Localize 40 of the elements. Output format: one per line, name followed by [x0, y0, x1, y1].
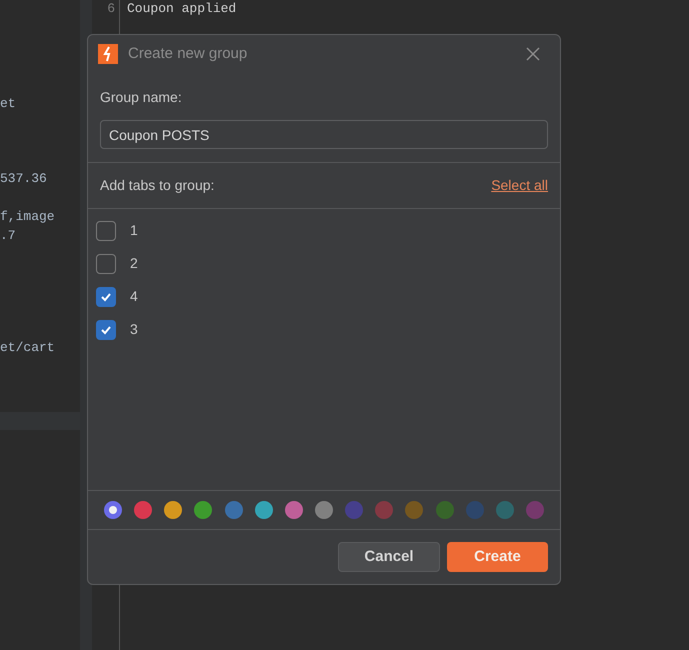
color-swatch[interactable] — [526, 501, 544, 519]
checkbox[interactable] — [96, 320, 116, 340]
code-line: Coupon applied — [126, 0, 236, 17]
checkmark-icon — [100, 324, 112, 336]
code-line: .7 — [0, 227, 16, 245]
color-swatch[interactable] — [194, 501, 212, 519]
checkbox[interactable] — [96, 286, 116, 306]
color-swatch[interactable] — [164, 501, 182, 519]
close-icon[interactable] — [526, 47, 540, 61]
code-line: f,image — [0, 208, 55, 226]
color-swatch[interactable] — [254, 501, 273, 519]
dialog-title: Create new group — [128, 44, 248, 64]
checkbox[interactable] — [96, 220, 116, 240]
checkbox[interactable] — [96, 254, 116, 274]
color-swatch[interactable] — [284, 501, 303, 519]
tab-label: 1 — [130, 221, 138, 240]
color-swatch[interactable] — [104, 501, 122, 519]
lightning-icon — [98, 44, 118, 64]
color-swatch[interactable] — [224, 501, 243, 519]
color-swatch[interactable] — [345, 501, 364, 519]
tabs-label: Add tabs to group: — [100, 176, 214, 195]
checkmark-icon — [100, 290, 112, 302]
tab-label: 3 — [130, 320, 138, 339]
color-swatch[interactable] — [466, 501, 484, 519]
group-name-label: Group name: — [100, 88, 183, 107]
color-swatch[interactable] — [134, 501, 152, 519]
tab-label: 2 — [130, 254, 138, 273]
color-swatch[interactable] — [436, 501, 454, 519]
tab-label: 4 — [130, 287, 138, 306]
color-swatch[interactable] — [405, 501, 424, 519]
line-number: 6 — [92, 0, 120, 17]
code-line: et — [0, 95, 16, 113]
cancel-button[interactable]: Cancel — [338, 542, 440, 572]
color-swatch[interactable] — [496, 501, 514, 519]
code-line: et/cart — [0, 339, 55, 357]
code-line: 537.36 — [0, 170, 47, 188]
select-all-link[interactable]: Select all — [491, 175, 548, 196]
color-swatch[interactable] — [375, 501, 394, 519]
color-swatch[interactable] — [314, 501, 333, 519]
group-name-field[interactable]: Coupon POSTS — [100, 120, 548, 149]
